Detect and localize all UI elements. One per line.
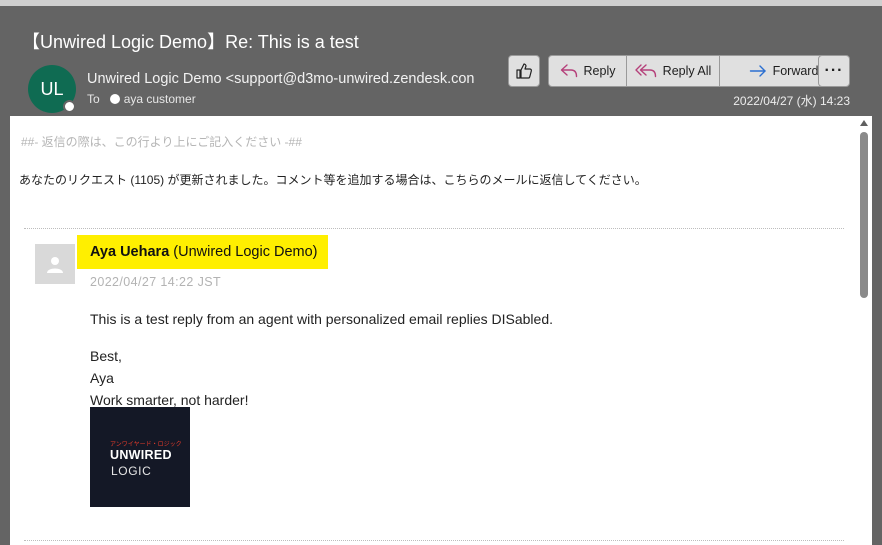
reply-all-icon [634, 64, 656, 78]
reply-all-button[interactable]: Reply All [627, 56, 720, 86]
reply-icon [560, 64, 577, 78]
logo-japanese-text: アンワイヤード・ロジック [110, 442, 182, 448]
update-notice: あなたのリクエスト (1105) が更新されました。コメント等を追加する場合は、… [19, 173, 647, 187]
forward-label: Forward [772, 64, 819, 78]
scroll-up-icon[interactable] [860, 120, 868, 126]
reply-marker-line: ##- 返信の際は、この行より上にご記入ください -## [21, 135, 302, 149]
vertical-scrollbar[interactable] [857, 116, 872, 545]
signature-name: Aya [90, 370, 114, 386]
reply-label: Reply [583, 64, 616, 78]
user-placeholder-icon [47, 257, 63, 273]
message-body: ##- 返信の際は、この行より上にご記入ください -## あなたのリクエスト (… [10, 116, 857, 545]
recipient-name[interactable]: aya customer [124, 92, 196, 106]
logo-text-logic: LOGIC [111, 464, 152, 478]
reply-button[interactable]: Reply [549, 56, 627, 86]
signature-closing: Best, [90, 348, 122, 364]
reply-button-group: Reply Reply All Forward [548, 55, 848, 87]
to-label: To [87, 92, 100, 106]
recipients-line: To aya customer [87, 92, 196, 106]
scrollbar-thumb[interactable] [860, 132, 868, 298]
presence-status-icon [63, 100, 76, 113]
comment-timestamp: 2022/04/27 14:22 JST [90, 275, 222, 289]
thumbs-up-icon [516, 63, 532, 79]
reply-all-label: Reply All [662, 64, 712, 78]
signature-tagline: Work smarter, not harder! [90, 392, 249, 408]
email-window: 【Unwired Logic Demo】Re: This is a test U… [0, 0, 882, 545]
agent-name: Aya Uehara [90, 244, 170, 260]
agent-organization: (Unwired Logic Demo) [173, 244, 318, 260]
received-datetime: 2022/04/27 (水) 14:23 [733, 94, 850, 108]
comment-text: This is a test reply from an agent with … [90, 311, 553, 327]
company-logo: アンワイヤード・ロジック UNWIRED LOGIC [90, 407, 190, 507]
divider [24, 540, 844, 541]
divider [24, 228, 844, 229]
recipient-status-icon [109, 94, 120, 104]
agent-name-highlight: Aya Uehara (Unwired Logic Demo) [77, 235, 328, 269]
like-button[interactable] [508, 55, 540, 87]
agent-avatar [35, 244, 75, 284]
sender-address[interactable]: Unwired Logic Demo <support@d3mo-unwired… [87, 71, 489, 87]
logo-text-unwired: UNWIRED [110, 448, 172, 462]
email-subject: 【Unwired Logic Demo】Re: This is a test [22, 32, 359, 52]
more-actions-button[interactable]: ··· [818, 55, 850, 87]
forward-arrow-icon [749, 65, 766, 77]
more-icon: ··· [824, 62, 844, 79]
window-edge [872, 116, 882, 545]
avatar-initials: UL [40, 78, 64, 99]
